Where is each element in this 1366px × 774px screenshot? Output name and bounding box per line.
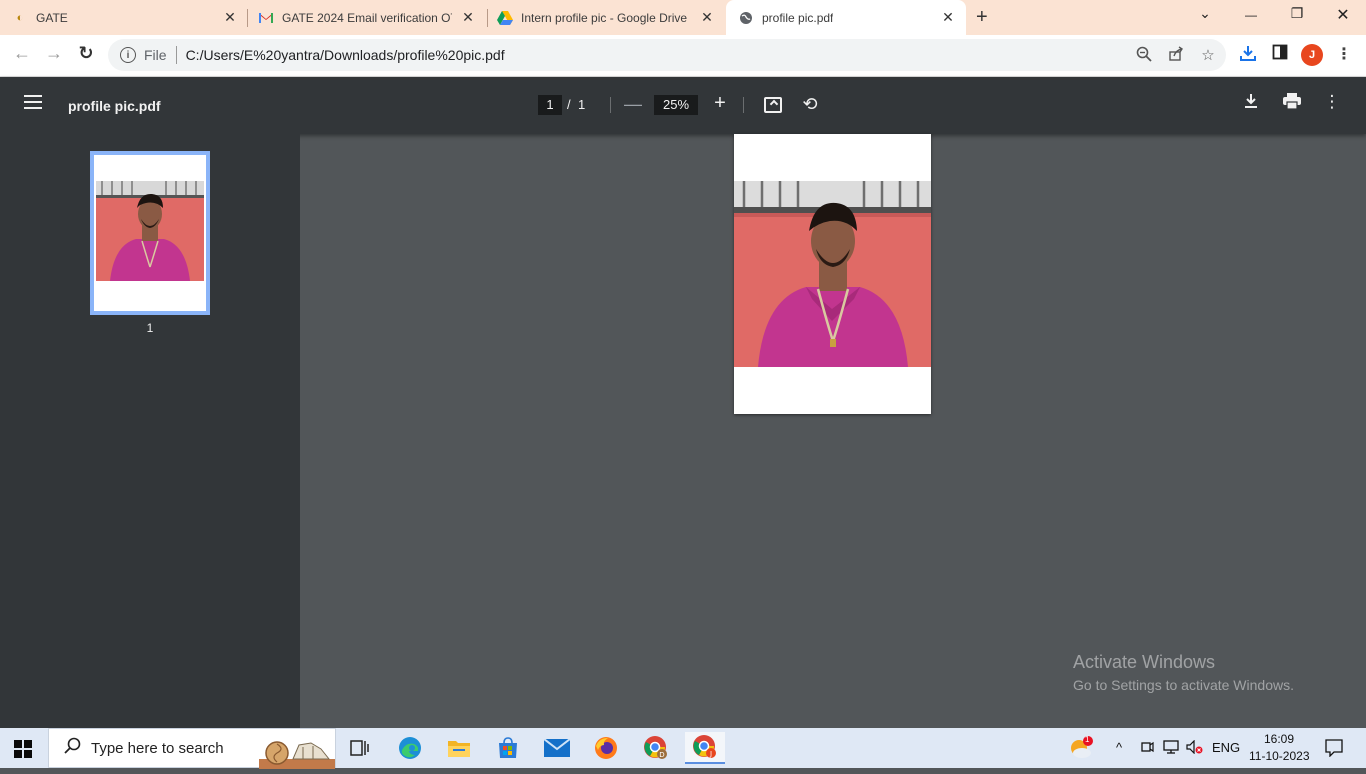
windows-start-icon[interactable] xyxy=(14,740,32,758)
side-panel-icon[interactable] xyxy=(1268,44,1292,65)
address-bar[interactable]: i File C:/Users/E%20yantra/Downloads/pro… xyxy=(108,39,1226,71)
thumbnail-sidebar: 1 xyxy=(0,134,300,728)
chrome-profile-d-icon[interactable]: D xyxy=(636,732,676,764)
edge-icon[interactable] xyxy=(390,732,430,764)
zoom-icon[interactable] xyxy=(1134,46,1154,66)
svg-text:D: D xyxy=(659,751,664,759)
svg-text:J: J xyxy=(709,750,712,758)
url-text[interactable]: C:/Users/E%20yantra/Downloads/profile%20… xyxy=(186,47,505,63)
browser-toolbar: ← → ↻ i File C:/Users/E%20yantra/Downloa… xyxy=(0,35,1366,77)
pdf-page xyxy=(734,134,931,414)
pdf-title: profile pic.pdf xyxy=(68,98,161,114)
meet-now-icon[interactable] xyxy=(1140,740,1154,757)
thumbnail-photo xyxy=(96,181,204,281)
tab-label: GATE xyxy=(36,10,68,25)
close-tab-icon[interactable]: ✕ xyxy=(222,9,238,26)
pdf-toolbar: profile pic.pdf 1 / 1 — 25% + ⟲ ⋮ xyxy=(0,77,1366,134)
close-tab-icon[interactable]: ✕ xyxy=(940,9,956,26)
tab-profile-pdf[interactable]: profile pic.pdf ✕ xyxy=(726,0,966,35)
show-hidden-icons-icon[interactable]: ^ xyxy=(1116,740,1122,755)
tab-divider xyxy=(247,9,248,27)
globe-icon xyxy=(738,10,754,26)
tab-google-drive[interactable]: Intern profile pic - Google Drive ✕ xyxy=(497,0,727,35)
task-view-icon[interactable] xyxy=(340,732,380,764)
page-separator: / xyxy=(567,97,571,112)
notifications-icon[interactable] xyxy=(1325,739,1343,760)
microsoft-store-icon[interactable] xyxy=(488,732,528,764)
search-placeholder: Type here to search xyxy=(91,739,224,757)
tab-gate[interactable]: ◐ GATE ✕ xyxy=(12,0,248,35)
profile-avatar[interactable]: J xyxy=(1301,44,1323,66)
restore-button[interactable]: ❐ xyxy=(1285,5,1309,22)
file-explorer-icon[interactable] xyxy=(439,732,479,764)
search-highlight-illustration xyxy=(259,733,335,769)
weather-icon[interactable]: 1 xyxy=(1068,735,1094,763)
chrome-profile-j-icon[interactable]: J xyxy=(685,732,725,764)
activate-windows-subtitle: Go to Settings to activate Windows. xyxy=(1073,677,1294,693)
taskbar-search-box[interactable]: Type here to search xyxy=(48,728,336,769)
scheme-label: File xyxy=(144,47,167,63)
tab-divider xyxy=(487,9,488,27)
bookmark-star-icon[interactable]: ☆ xyxy=(1198,46,1218,64)
tab-label: Intern profile pic - Google Drive xyxy=(521,10,688,25)
windows-taskbar: Type here to search D J 1 ^ ENG 16:09 11… xyxy=(0,728,1366,769)
zoom-level-input[interactable]: 25% xyxy=(654,95,698,115)
new-tab-button[interactable]: + xyxy=(976,6,988,29)
tab-strip: ◐ GATE ✕ GATE 2024 Email verification OT… xyxy=(0,0,1366,35)
tab-gmail[interactable]: GATE 2024 Email verification OT ✕ xyxy=(258,0,488,35)
profile-photo xyxy=(734,181,931,367)
pdf-download-icon[interactable] xyxy=(1242,93,1260,114)
forward-button[interactable]: → xyxy=(41,43,67,64)
clock-date[interactable]: 11-10-2023 xyxy=(1249,749,1310,763)
minimize-button[interactable]: — xyxy=(1239,8,1263,22)
close-tab-icon[interactable]: ✕ xyxy=(699,9,715,26)
firefox-icon[interactable] xyxy=(586,732,626,764)
page-thumbnail[interactable] xyxy=(90,151,210,315)
gmail-icon xyxy=(258,10,274,26)
close-tab-icon[interactable]: ✕ xyxy=(460,9,476,26)
toolbar-divider xyxy=(743,97,744,113)
window-close-button[interactable]: ✕ xyxy=(1331,5,1355,25)
weather-badge: 1 xyxy=(1085,735,1090,744)
clock-time[interactable]: 16:09 xyxy=(1264,732,1294,746)
more-actions-icon[interactable]: ⋮ xyxy=(1322,92,1342,112)
volume-muted-icon[interactable] xyxy=(1186,739,1204,757)
toolbar-divider xyxy=(610,97,611,113)
thumbnail-page-label: 1 xyxy=(146,321,154,335)
share-icon[interactable] xyxy=(1166,46,1186,66)
rotate-icon[interactable]: ⟲ xyxy=(800,94,820,115)
mail-icon[interactable] xyxy=(537,732,577,764)
google-drive-icon xyxy=(497,10,513,26)
fit-to-page-icon[interactable] xyxy=(764,97,782,113)
zoom-in-button[interactable]: + xyxy=(711,92,729,115)
tab-label: profile pic.pdf xyxy=(762,10,834,25)
input-language[interactable]: ENG xyxy=(1212,740,1240,755)
print-icon[interactable] xyxy=(1282,93,1302,114)
zoom-out-button[interactable]: — xyxy=(624,94,642,115)
chrome-menu-icon[interactable]: ⋮ xyxy=(1332,44,1356,64)
tab-search-icon[interactable]: ⌄ xyxy=(1193,5,1217,22)
gate-favicon-icon: ◐ xyxy=(16,11,24,24)
search-icon xyxy=(63,737,81,760)
page-total: 1 xyxy=(578,97,586,112)
tab-label: GATE 2024 Email verification OT xyxy=(282,10,452,25)
network-icon[interactable] xyxy=(1163,740,1181,757)
info-icon[interactable]: i xyxy=(120,47,136,63)
page-number-input[interactable]: 1 xyxy=(538,95,562,115)
reload-button[interactable]: ↻ xyxy=(73,43,99,64)
downloads-icon[interactable] xyxy=(1236,44,1260,67)
activate-windows-title: Activate Windows xyxy=(1073,652,1216,672)
menu-icon[interactable] xyxy=(24,95,42,109)
omnibox-divider xyxy=(175,46,177,64)
back-button[interactable]: ← xyxy=(9,43,35,64)
